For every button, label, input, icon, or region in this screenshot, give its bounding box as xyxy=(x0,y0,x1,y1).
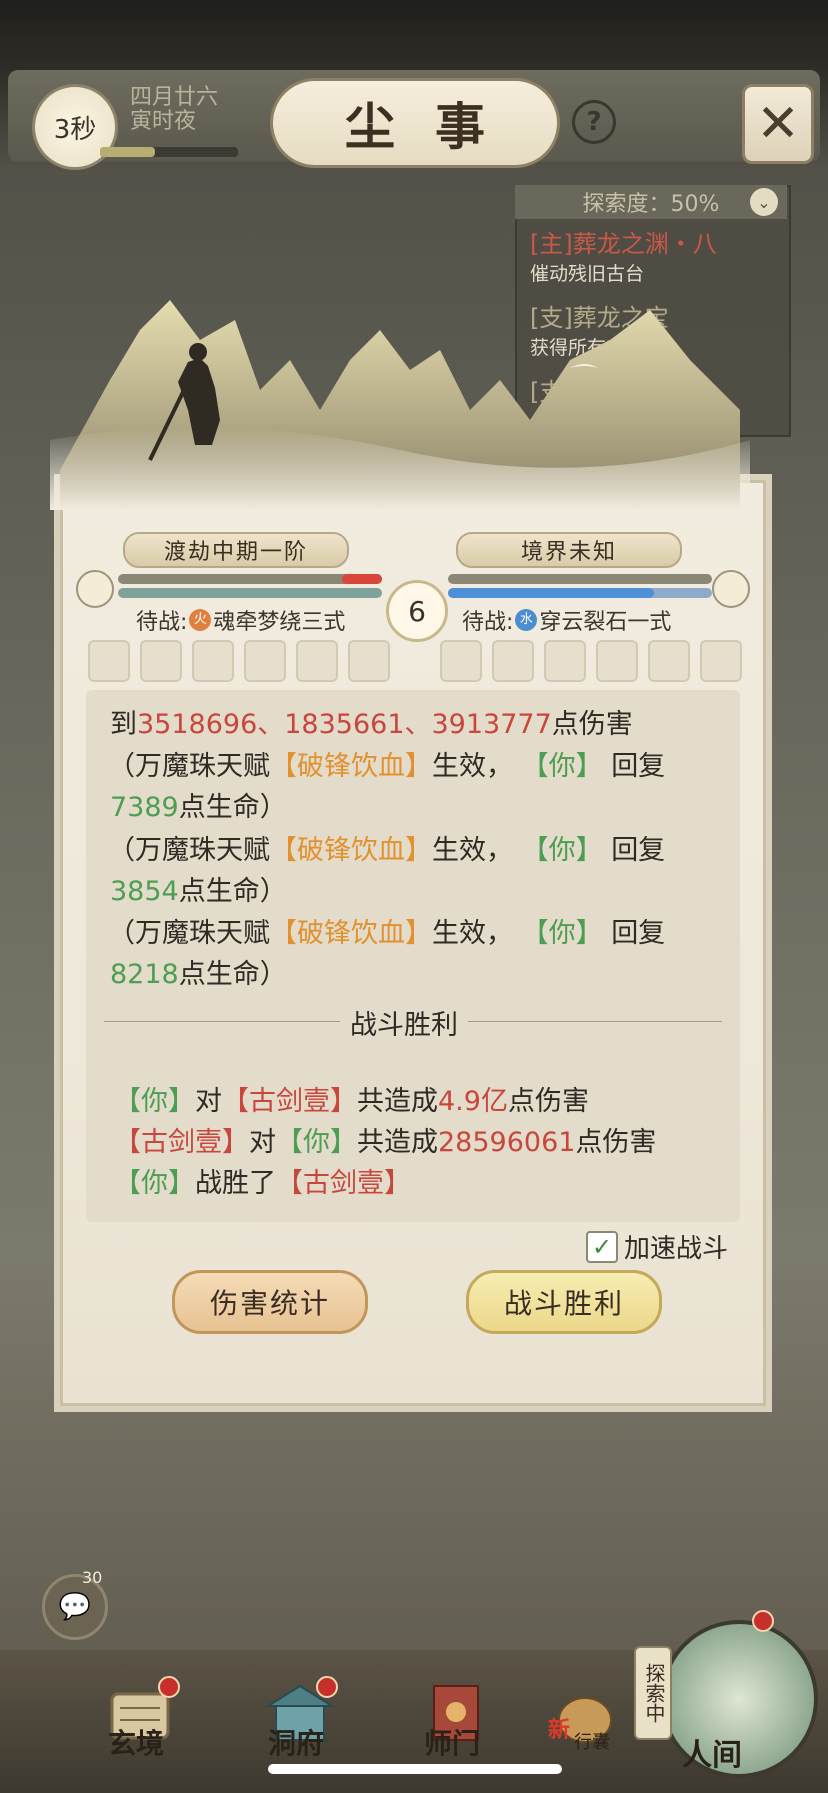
log-line: 【古剑壹】对【你】共造成28596061点伤害 xyxy=(114,1127,657,1158)
log-line: （万魔珠天赋【破锋饮血】生效， 【你】 回复 xyxy=(108,918,666,949)
player-skill-slot[interactable] xyxy=(296,640,338,682)
battle-log[interactable]: 到3518696、1835661、3913777点伤害 （万魔珠天赋【破锋饮血】… xyxy=(86,690,740,1222)
explore-progress: 探索度：50% xyxy=(515,185,787,219)
enemy-skill-slot[interactable] xyxy=(596,640,638,682)
enemy-pending-skill: 待战: 水 穿云裂石一式 xyxy=(462,604,671,636)
speed-battle-toggle[interactable]: ✓ 加速战斗 xyxy=(586,1228,728,1265)
player-hp-fill xyxy=(342,574,382,584)
new-tag: 新 xyxy=(548,1718,571,1743)
log-line: （万魔珠天赋【破锋饮血】生效， 【你】 回复 xyxy=(108,751,666,782)
log-line: 到3518696、1835661、3913777点伤害 xyxy=(110,709,633,740)
notification-dot xyxy=(316,1676,338,1698)
date-line: 四月廿六 xyxy=(130,85,219,110)
help-button[interactable]: ? xyxy=(572,100,616,144)
close-button[interactable]: ✕ xyxy=(742,84,814,164)
quest-title: [主]葬龙之渊・八 xyxy=(530,230,717,258)
nav-label-shimen: 师门 xyxy=(424,1727,481,1760)
enemy-portrait-icon[interactable] xyxy=(712,570,750,608)
enemy-skill-slot[interactable] xyxy=(544,640,586,682)
pending-label: 待战: xyxy=(136,610,188,635)
home-indicator[interactable] xyxy=(268,1764,562,1774)
enemy-realm: 境界未知 xyxy=(456,532,682,568)
nav-label-xuanjing: 玄境 xyxy=(108,1727,165,1760)
chat-count-badge: 30 xyxy=(82,1568,103,1587)
nav-label-renjian: 人间 xyxy=(682,1738,742,1773)
speed-label: 加速战斗 xyxy=(624,1234,729,1264)
skill-name: 魂牵梦绕三式 xyxy=(213,610,346,635)
player-skill-slot[interactable] xyxy=(192,640,234,682)
exploring-tag: 探索中 xyxy=(634,1646,672,1740)
nav-label-dongfu: 洞府 xyxy=(268,1727,325,1760)
enemy-skill-slot[interactable] xyxy=(440,640,482,682)
enemy-hp-bar xyxy=(448,574,712,584)
player-skill-slot[interactable] xyxy=(140,640,182,682)
log-line: 【你】对【古剑壹】共造成4.9亿点伤害 xyxy=(114,1086,589,1117)
enemy-skill-slot[interactable] xyxy=(648,640,690,682)
countdown-timer: 3秒 xyxy=(32,84,118,170)
mountain-scenery xyxy=(50,300,750,510)
log-line: 8218点生命） xyxy=(110,959,287,990)
water-element-icon: 水 xyxy=(515,609,538,631)
player-skill-slot[interactable] xyxy=(88,640,130,682)
enemy-skill-slot[interactable] xyxy=(492,640,534,682)
enemy-skill-slot[interactable] xyxy=(700,640,742,682)
time-progress-fill xyxy=(100,147,155,157)
log-line: 3854点生命） xyxy=(110,876,287,907)
close-icon: ✕ xyxy=(756,94,800,154)
player-portrait-icon[interactable] xyxy=(76,570,114,608)
player-skill-slot[interactable] xyxy=(244,640,286,682)
round-counter: 6 xyxy=(386,580,448,642)
log-line: 【你】战胜了【古剑壹】 xyxy=(114,1168,411,1199)
nav-label-xingnang: 行囊 xyxy=(574,1732,610,1753)
victory-divider-label: 战斗胜利 xyxy=(340,1003,468,1042)
damage-stats-button[interactable]: 伤害统计 xyxy=(172,1270,368,1334)
skill-name: 穿云裂石一式 xyxy=(539,610,672,635)
game-date: 四月廿六 寅时夜 xyxy=(130,86,218,134)
player-pending-skill: 待战: 火 魂牵梦绕三式 xyxy=(136,604,345,636)
enemy-mp-fill xyxy=(448,588,654,598)
page-title: 尘事 xyxy=(270,78,560,168)
log-line: 7389点生命） xyxy=(110,792,287,823)
victory-button[interactable]: 战斗胜利 xyxy=(466,1270,662,1334)
notification-dot xyxy=(752,1610,774,1632)
time-line: 寅时夜 xyxy=(130,109,197,134)
chat-bubble-icon: 💬 xyxy=(58,1592,92,1622)
pending-label: 待战: xyxy=(462,610,514,635)
notification-dot xyxy=(158,1676,180,1698)
chevron-down-icon[interactable]: ⌄ xyxy=(750,188,778,216)
player-mp-bar xyxy=(118,588,382,598)
player-realm: 渡劫中期一阶 xyxy=(123,532,349,568)
player-skill-slot[interactable] xyxy=(348,640,390,682)
log-line: （万魔珠天赋【破锋饮血】生效， 【你】 回复 xyxy=(108,835,666,866)
checkbox-checked-icon[interactable]: ✓ xyxy=(586,1230,618,1263)
fire-element-icon: 火 xyxy=(189,609,212,631)
